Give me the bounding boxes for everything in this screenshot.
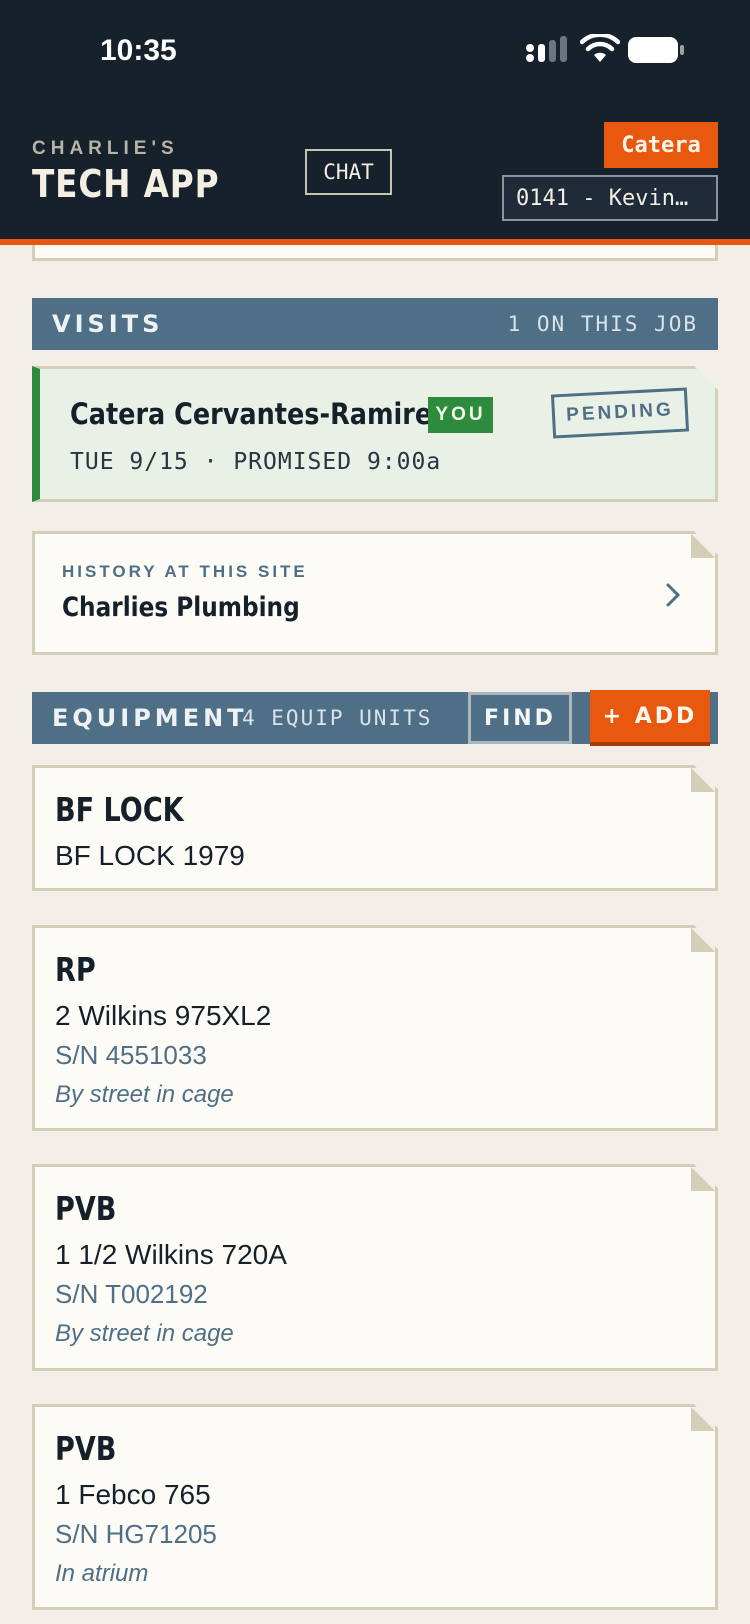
equipment-serial: S/N T002192 <box>55 1279 208 1309</box>
equipment-card[interactable]: BF LOCK BF LOCK 1979 <box>32 765 718 891</box>
visits-count: 1 ON THIS JOB <box>507 312 698 336</box>
status-time: 10:35 <box>100 34 177 67</box>
status-badge: PENDING <box>551 387 689 438</box>
visit-card[interactable]: Catera Cervantes-Ramirez YOU PENDING TUE… <box>32 366 718 502</box>
equipment-serial: S/N 4551033 <box>55 1040 207 1070</box>
equipment-model: 1 Febco 765 <box>55 1479 211 1510</box>
find-button[interactable]: FIND <box>468 692 572 744</box>
brand-top-label: CHARLIE'S <box>32 138 179 159</box>
app-title: TECH APP <box>32 162 220 206</box>
equipment-type: PVB <box>55 1189 117 1228</box>
equipment-title: EQUIPMENT <box>52 704 248 732</box>
battery-icon <box>628 37 684 63</box>
equipment-type: RP <box>55 950 96 989</box>
visit-schedule: TUE 9/15 · PROMISED 9:00a <box>70 449 442 475</box>
equipment-location: By street in cage <box>55 1320 234 1347</box>
equipment-model: 2 Wilkins 975XL2 <box>55 1000 272 1031</box>
card-fold <box>691 1407 715 1431</box>
equipment-type: PVB <box>55 1429 117 1468</box>
visits-title: VISITS <box>52 310 164 338</box>
equipment-card[interactable]: PVB 1 Febco 765 S/N HG71205 In atrium <box>32 1404 718 1610</box>
app-header: 10:35 CHARLIE'S TECH APP CHAT Catera 014… <box>0 0 750 245</box>
wifi-icon <box>580 34 620 62</box>
card-fold <box>691 1167 715 1191</box>
history-label: HISTORY AT THIS SITE <box>62 562 308 581</box>
equipment-location: In atrium <box>55 1560 149 1587</box>
chat-button[interactable]: CHAT <box>305 149 392 195</box>
equipment-model: BF LOCK 1979 <box>55 840 245 871</box>
equipment-type: BF LOCK <box>55 790 184 829</box>
equipment-serial: S/N HG71205 <box>55 1519 217 1549</box>
card-fold <box>691 928 715 952</box>
equipment-card[interactable]: RP 2 Wilkins 975XL2 S/N 4551033 By stree… <box>32 925 718 1131</box>
job-selector[interactable]: 0141 - Kevin… <box>502 175 718 221</box>
chevron-right-icon <box>661 580 685 610</box>
history-company: Charlies Plumbing <box>62 592 300 623</box>
history-card[interactable]: HISTORY AT THIS SITE Charlies Plumbing <box>32 531 718 655</box>
equipment-count: 4 EQUIP UNITS <box>242 706 433 730</box>
equipment-card[interactable]: PVB 1 1/2 Wilkins 720A S/N T002192 By st… <box>32 1164 718 1371</box>
visit-tech-name: Catera Cervantes-Ramirez <box>70 397 448 431</box>
card-fold <box>691 768 715 792</box>
equipment-model: 1 1/2 Wilkins 720A <box>55 1239 287 1270</box>
previous-card-bottom <box>32 245 718 261</box>
you-badge: YOU <box>428 397 493 433</box>
equipment-section-header: EQUIPMENT 4 EQUIP UNITS FIND + ADD <box>32 690 718 746</box>
user-badge[interactable]: Catera <box>604 122 718 168</box>
equipment-location: By street in cage <box>55 1081 234 1108</box>
visits-section-header: VISITS 1 ON THIS JOB <box>32 298 718 350</box>
card-fold <box>691 534 715 558</box>
add-equipment-button[interactable]: + ADD <box>590 690 710 746</box>
